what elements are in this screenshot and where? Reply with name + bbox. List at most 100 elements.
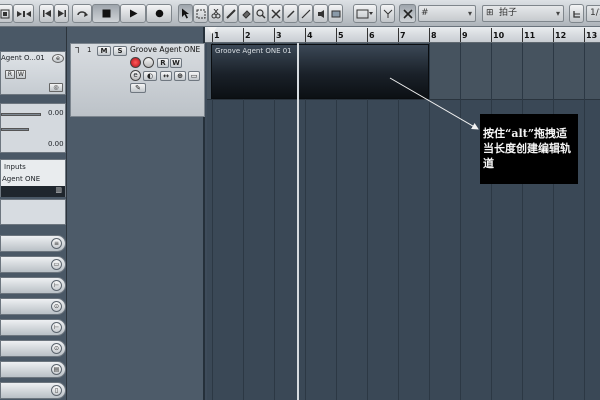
annotation-text: 按住“alt”拖拽适当长度创建编辑轨道 (483, 127, 571, 170)
ruler-tick (429, 28, 430, 42)
cycle-button[interactable] (72, 4, 92, 23)
inspector-section-4[interactable]: ⊙ (0, 298, 66, 315)
ruler-tick (553, 28, 554, 42)
ruler-tick (460, 28, 461, 42)
zoom-tool-icon[interactable] (253, 4, 268, 23)
inspector-section-7[interactable]: ▤ (0, 361, 66, 378)
output-routing-label[interactable]: Agent ONE (2, 175, 40, 183)
inspector-panel: Agent O...01 e R W ◎ 0.00 0.00 Inputs Ag… (0, 27, 67, 400)
lane-display-button[interactable]: ◐ (143, 71, 157, 81)
ruler-bar-label: 9 (462, 31, 468, 40)
go-to-end-button[interactable] (54, 4, 69, 23)
ruler-tick (398, 28, 399, 42)
quantize-icon[interactable] (569, 4, 584, 23)
automation-icon[interactable] (0, 4, 13, 23)
midi-activity-bar: ▥ (1, 186, 65, 197)
sends-icon: ⊢ (51, 322, 62, 333)
ruler-bar-label: 11 (524, 31, 536, 40)
snap-tool-icon[interactable] (380, 4, 395, 23)
notepad-icon: ▤ (51, 364, 62, 375)
snap-type-dropdown[interactable]: # ▾ (418, 5, 476, 22)
ruler-bar-label: 2 (245, 31, 251, 40)
volume-slider[interactable] (1, 113, 41, 116)
glue-tool-icon[interactable] (223, 4, 238, 23)
inspector-section-1[interactable]: ≡ (0, 235, 66, 252)
play-tool-icon[interactable] (313, 4, 328, 23)
inspector-write-button[interactable]: W (16, 70, 26, 79)
project-event-display[interactable]: Groove Agent ONE 01 (207, 43, 600, 400)
pan-slider[interactable] (1, 128, 29, 131)
grid-type-label: 拍子 (499, 8, 518, 18)
ruler-bar-label: 5 (338, 31, 344, 40)
mix-mode-button[interactable] (13, 4, 34, 23)
grid-icon: ⊞ (486, 8, 494, 18)
chevron-down-icon: ▾ (555, 9, 560, 18)
quantize-preset-dropdown[interactable]: 1/1 (586, 5, 600, 22)
inspector-section-2[interactable]: ▭ (0, 256, 66, 273)
inspector-section-8[interactable]: ▯ (0, 382, 66, 399)
record-enable-button[interactable] (130, 57, 141, 68)
ruler-tick (367, 28, 368, 42)
track-list: ⅂ 1 M S Groove Agent ONE R W e ◐ ↔ ⊕ ▭ ✎ (67, 27, 205, 400)
lock-edit-button[interactable]: ✎ (130, 83, 146, 93)
pan-value: 0.00 (48, 140, 64, 148)
mute-tool-icon[interactable] (268, 4, 283, 23)
main-toolbar: # ▾ ⊞ 拍子 ▾ 1/1 (0, 0, 600, 27)
mute-button[interactable]: M (97, 46, 111, 56)
inspector-section-3[interactable]: ⊢ (0, 277, 66, 294)
eq-icon: ⊙ (51, 301, 62, 312)
inspector-routing-panel: Inputs Agent ONE ▥ (0, 159, 66, 197)
solo-button[interactable]: S (113, 46, 127, 56)
ruler-tick (491, 28, 492, 42)
inspector-track-name: Agent O...01 (1, 54, 45, 62)
folder-toggle-icon[interactable]: ⅂ (75, 46, 79, 55)
ruler-bar-label: 4 (307, 31, 313, 40)
edit-instrument-button[interactable]: e (130, 70, 141, 81)
edit-instrument-icon[interactable]: e (52, 54, 64, 63)
ruler-tick (305, 28, 306, 42)
grid-type-dropdown[interactable]: ⊞ 拍子 ▾ (482, 5, 564, 22)
bar-ruler[interactable]: 1 2 3 4 5 6 7 8 9 10 11 12 13 (205, 27, 600, 43)
monitor-button[interactable] (143, 57, 154, 68)
inspector-section-6[interactable]: ⊙ (0, 340, 66, 357)
go-to-start-button[interactable] (39, 4, 54, 23)
erase-tool-icon[interactable] (238, 4, 253, 23)
track-number: 1 (87, 46, 92, 54)
line-tool-icon[interactable] (298, 4, 313, 23)
split-tool-icon[interactable] (208, 4, 223, 23)
inspector-edit-icon[interactable]: ◎ (49, 83, 63, 92)
chevron-down-icon: ▾ (467, 9, 472, 18)
write-automation-button[interactable]: W (170, 58, 182, 68)
stop-button[interactable] (92, 4, 120, 23)
insert-icon: ⊢ (51, 280, 62, 291)
track-header-groove-agent[interactable]: ⅂ 1 M S Groove Agent ONE R W e ◐ ↔ ⊕ ▭ ✎ (70, 43, 205, 117)
autoscroll-button[interactable] (353, 4, 377, 23)
volume-value: 0.00 (48, 109, 64, 117)
list-icon: ▭ (51, 259, 62, 270)
ruler-bar-label: 6 (369, 31, 375, 40)
ruler-bar-label: 8 (431, 31, 437, 40)
record-button[interactable] (146, 4, 172, 23)
eq-bypass-button[interactable]: ⊕ (174, 71, 186, 81)
ruler-bar-label: 3 (276, 31, 282, 40)
object-selection-tool-icon[interactable] (178, 4, 193, 23)
left-locator-marker[interactable] (207, 27, 217, 34)
ruler-bar-label: 10 (493, 31, 505, 40)
track-name[interactable]: Groove Agent ONE (130, 45, 200, 54)
read-automation-button[interactable]: R (157, 58, 169, 68)
color-tool-icon[interactable] (328, 4, 343, 23)
sends-bypass-button[interactable]: ▭ (188, 71, 200, 81)
play-button[interactable] (120, 4, 146, 23)
ruler-bar-label: 12 (555, 31, 567, 40)
inspector-section-5[interactable]: ⊢ (0, 319, 66, 336)
channel-icon: ⊙ (51, 343, 62, 354)
track-list-header (70, 30, 203, 40)
snap-on-off-button[interactable] (399, 4, 416, 23)
inspector-read-button[interactable]: R (5, 70, 15, 79)
range-selection-tool-icon[interactable] (193, 4, 208, 23)
annotation-arrow-icon (389, 77, 479, 130)
draw-tool-icon[interactable] (283, 4, 298, 23)
quantize-preset-label: 1/1 (590, 8, 600, 18)
insert-bypass-button[interactable]: ↔ (160, 71, 172, 81)
input-routing-label[interactable]: Inputs (4, 163, 26, 171)
